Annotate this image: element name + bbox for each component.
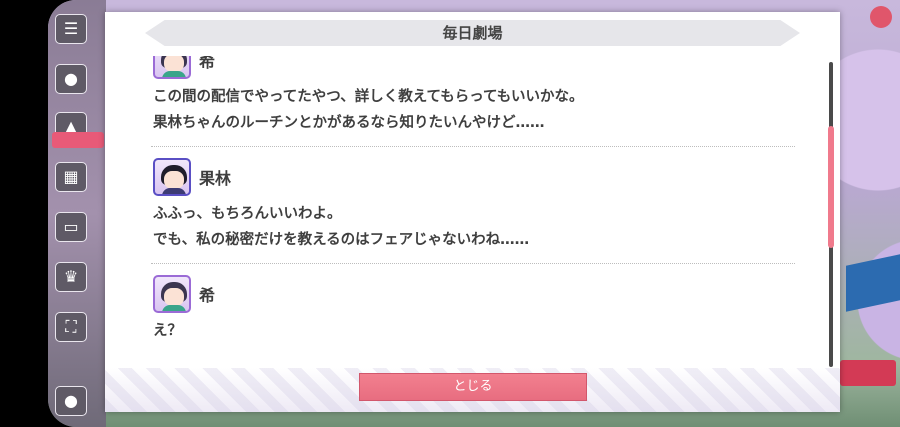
background-banner-red: [840, 360, 896, 386]
message-item: 果林 ふふっ、もちろんいいわよ。 でも、私の秘密だけを教えるのはフェアじゃないわ…: [143, 153, 803, 264]
message-line: え？: [153, 323, 182, 339]
message-divider: [151, 146, 795, 147]
monitor-icon[interactable]: ▭: [55, 212, 87, 242]
message-item: 希 この間の配信でやってたやつ、詳しく教えてもらってもいいかな。 果林ちゃんのル…: [143, 56, 803, 147]
conversation-scroll-area[interactable]: 希 この間の配信でやってたやつ、詳しく教えてもらってもいいかな。 果林ちゃんのル…: [143, 56, 803, 368]
message-divider: [151, 263, 795, 264]
close-button[interactable]: とじる: [359, 373, 587, 401]
fullscreen-icon[interactable]: ⛶: [55, 312, 87, 342]
trophy-icon[interactable]: ♛: [55, 262, 87, 292]
message-line: でも、私の秘密だけを教えるのはフェアじゃないわね……: [153, 232, 530, 248]
karin-avatar: [153, 158, 191, 196]
message-item: 希 え？: [143, 270, 803, 344]
speaker-name: 希: [199, 286, 216, 305]
dialog-title: 毎日劇場: [442, 24, 503, 42]
speaker-name: 果林: [199, 169, 232, 188]
nozomi-avatar: [153, 275, 191, 313]
chat-icon[interactable]: ●: [55, 64, 87, 94]
speaker-name: 希: [199, 56, 216, 71]
menu-icon[interactable]: ☰: [55, 14, 87, 44]
message-line: この間の配信でやってたやつ、詳しく教えてもらってもいいかな。: [153, 89, 584, 105]
notification-ribbon: [52, 132, 104, 148]
daily-theater-dialog: 毎日劇場 希 この間の配信でやってたやつ、詳しく教えてもらってもいいかな。 果林…: [105, 12, 840, 412]
message-line: ふふっ、もちろんいいわよ。: [153, 206, 342, 222]
message-line: 果林ちゃんのルーチンとかがあるなら知りたいんやけど……: [153, 115, 545, 131]
add-currency-icon[interactable]: [870, 6, 892, 28]
profile-icon[interactable]: ●: [55, 386, 87, 416]
nozomi-avatar: [153, 56, 191, 79]
gift-icon[interactable]: ▦: [55, 162, 87, 192]
scrollbar-thumb[interactable]: [828, 126, 834, 248]
